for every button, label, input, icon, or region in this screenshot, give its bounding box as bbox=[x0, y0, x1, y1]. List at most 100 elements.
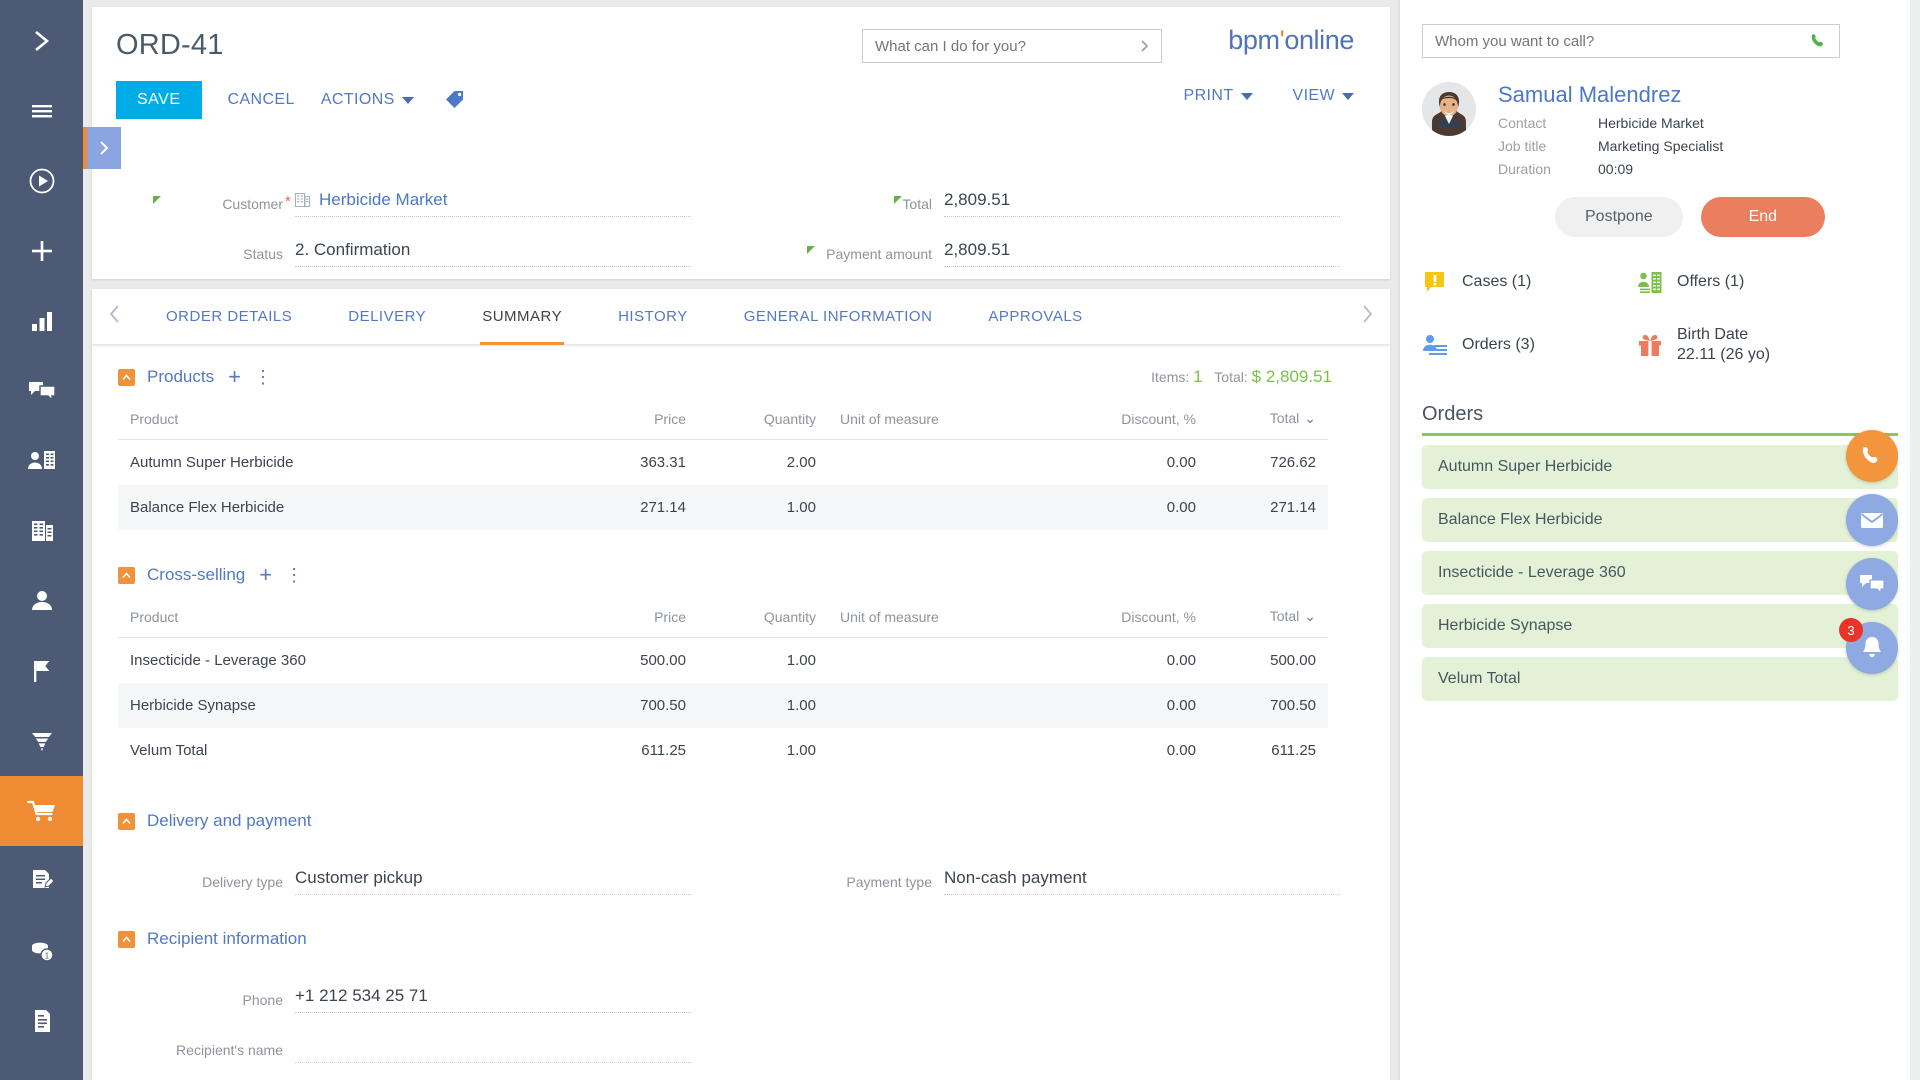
birth-date-title: Birth Date bbox=[1677, 326, 1748, 343]
quick-link-birth-date[interactable]: Birth Date 22.11 (26 yo) bbox=[1637, 325, 1852, 365]
panel-expander-button[interactable] bbox=[83, 127, 121, 169]
list-item[interactable]: Velum Total bbox=[1422, 657, 1898, 701]
sidebar-item-contracts[interactable] bbox=[0, 846, 83, 916]
sidebar-item-feed[interactable] bbox=[0, 356, 83, 426]
sidebar-item-orders[interactable] bbox=[0, 776, 83, 846]
table-row[interactable]: Autumn Super Herbicide 363.31 2.00 0.00 … bbox=[118, 440, 1328, 486]
contact-name-link[interactable]: Samual Malendrez bbox=[1498, 82, 1723, 108]
table-row[interactable]: Insecticide - Leverage 360 500.00 1.00 0… bbox=[118, 638, 1328, 684]
col-product[interactable]: Product bbox=[118, 600, 548, 638]
collapse-toggle[interactable] bbox=[118, 931, 135, 948]
tag-button[interactable] bbox=[444, 88, 466, 113]
col-quantity[interactable]: Quantity bbox=[698, 402, 828, 440]
table-header-row: Product Price Quantity Unit of measure D… bbox=[118, 600, 1328, 638]
quick-link-offers[interactable]: Offers (1) bbox=[1637, 269, 1852, 295]
sidebar-item-contacts[interactable] bbox=[0, 426, 83, 496]
table-row[interactable]: Velum Total 611.25 1.00 0.00 611.25 bbox=[118, 728, 1328, 773]
tab-order-details[interactable]: ORDER DETAILS bbox=[138, 289, 320, 345]
sidebar-item-expand-menu[interactable] bbox=[0, 6, 83, 76]
sidebar-item-employees[interactable] bbox=[0, 566, 83, 636]
actions-label: ACTIONS bbox=[321, 91, 395, 109]
section-title[interactable]: Recipient information bbox=[147, 929, 307, 949]
building-icon bbox=[26, 516, 58, 546]
page-scrollbar[interactable] bbox=[1910, 0, 1920, 1080]
field-value[interactable]: 2,809.51 bbox=[944, 188, 1340, 217]
col-discount[interactable]: Discount, % bbox=[1048, 600, 1208, 638]
col-price[interactable]: Price bbox=[548, 600, 698, 638]
sidebar-item-accounts[interactable] bbox=[0, 496, 83, 566]
sidebar-item-invoices[interactable]: 1 bbox=[0, 916, 83, 986]
sidebar-item-dashboards[interactable] bbox=[0, 286, 83, 356]
field-value[interactable] bbox=[295, 1034, 691, 1063]
col-unit[interactable]: Unit of measure bbox=[828, 600, 1048, 638]
collapse-toggle[interactable] bbox=[118, 567, 135, 584]
collapse-toggle[interactable] bbox=[118, 813, 135, 830]
tabs-prev-button[interactable] bbox=[92, 303, 138, 331]
col-product[interactable]: Product bbox=[118, 402, 548, 440]
tabs-next-button[interactable] bbox=[1344, 303, 1390, 331]
call-fab[interactable] bbox=[1846, 430, 1898, 482]
call-search-box[interactable] bbox=[1422, 24, 1840, 58]
section-title[interactable]: Products bbox=[147, 367, 214, 387]
field-value[interactable]: 2,809.51 bbox=[944, 238, 1340, 267]
tab-approvals[interactable]: APPROVALS bbox=[960, 289, 1110, 345]
field-value[interactable]: Non-cash payment bbox=[944, 866, 1340, 895]
sidebar-item-campaigns[interactable] bbox=[0, 636, 83, 706]
chat-fab[interactable] bbox=[1846, 558, 1898, 610]
cell-total: 700.50 bbox=[1208, 683, 1328, 728]
section-menu-button[interactable]: ⋮ bbox=[254, 367, 272, 388]
avatar[interactable] bbox=[1422, 82, 1476, 136]
sidebar-item-run-process[interactable] bbox=[0, 146, 83, 216]
section-title[interactable]: Cross-selling bbox=[147, 565, 245, 585]
add-cross-sell-button[interactable]: + bbox=[259, 564, 272, 586]
quick-link-orders[interactable]: Orders (3) bbox=[1422, 325, 1637, 365]
actions-menu-button[interactable]: ACTIONS bbox=[321, 91, 414, 109]
notifications-fab[interactable]: 3 bbox=[1846, 622, 1898, 674]
tab-history[interactable]: HISTORY bbox=[590, 289, 716, 345]
field-value[interactable]: Customer pickup bbox=[295, 866, 691, 895]
tab-summary[interactable]: SUMMARY bbox=[454, 289, 590, 345]
table-row[interactable]: Balance Flex Herbicide 271.14 1.00 0.00 … bbox=[118, 485, 1328, 530]
tab-delivery[interactable]: DELIVERY bbox=[320, 289, 454, 345]
view-button[interactable]: VIEW bbox=[1293, 87, 1355, 105]
list-item[interactable]: Insecticide - Leverage 360 bbox=[1422, 551, 1898, 595]
sidebar-item-hamburger-menu[interactable] bbox=[0, 76, 83, 146]
end-call-button[interactable]: End bbox=[1701, 197, 1825, 237]
field-value[interactable]: Herbicide Market bbox=[295, 188, 691, 217]
col-discount[interactable]: Discount, % bbox=[1048, 402, 1208, 440]
field-value[interactable]: 2. Confirmation bbox=[295, 238, 691, 267]
email-fab[interactable] bbox=[1846, 494, 1898, 546]
col-unit[interactable]: Unit of measure bbox=[828, 402, 1048, 440]
add-product-button[interactable]: + bbox=[228, 366, 241, 388]
print-button[interactable]: PRINT bbox=[1184, 87, 1253, 105]
search-input[interactable] bbox=[875, 38, 1137, 55]
cancel-button[interactable]: CANCEL bbox=[228, 91, 295, 109]
tag-icon bbox=[444, 88, 466, 110]
save-button[interactable]: SAVE bbox=[116, 81, 202, 119]
phone-icon[interactable] bbox=[1809, 31, 1829, 51]
field-value[interactable]: +1 212 534 25 71 bbox=[295, 984, 691, 1013]
cell-quantity: 1.00 bbox=[698, 728, 828, 773]
section-menu-button[interactable]: ⋮ bbox=[285, 565, 303, 586]
list-item[interactable]: Herbicide Synapse bbox=[1422, 604, 1898, 648]
table-row[interactable]: Herbicide Synapse 700.50 1.00 0.00 700.5… bbox=[118, 683, 1328, 728]
sidebar-item-add-record[interactable] bbox=[0, 216, 83, 286]
tab-general-information[interactable]: GENERAL INFORMATION bbox=[716, 289, 961, 345]
col-quantity[interactable]: Quantity bbox=[698, 600, 828, 638]
global-search-box[interactable] bbox=[862, 29, 1162, 63]
section-title[interactable]: Delivery and payment bbox=[147, 811, 311, 831]
col-total[interactable]: Total⌄ bbox=[1208, 402, 1328, 440]
call-search-input[interactable] bbox=[1435, 33, 1809, 50]
collapse-toggle[interactable] bbox=[118, 369, 135, 386]
col-total[interactable]: Total⌄ bbox=[1208, 600, 1328, 638]
chevron-right-icon[interactable] bbox=[1137, 38, 1153, 54]
sidebar-item-leads[interactable] bbox=[0, 706, 83, 776]
sidebar-item-documents[interactable] bbox=[0, 986, 83, 1056]
postpone-button[interactable]: Postpone bbox=[1555, 197, 1683, 237]
quick-link-cases[interactable]: Cases (1) bbox=[1422, 269, 1637, 295]
value-text: 2. Confirmation bbox=[295, 240, 410, 260]
green-marker-icon bbox=[807, 246, 815, 254]
list-item[interactable]: Autumn Super Herbicide bbox=[1422, 445, 1898, 489]
col-price[interactable]: Price bbox=[548, 402, 698, 440]
list-item[interactable]: Balance Flex Herbicide bbox=[1422, 498, 1898, 542]
